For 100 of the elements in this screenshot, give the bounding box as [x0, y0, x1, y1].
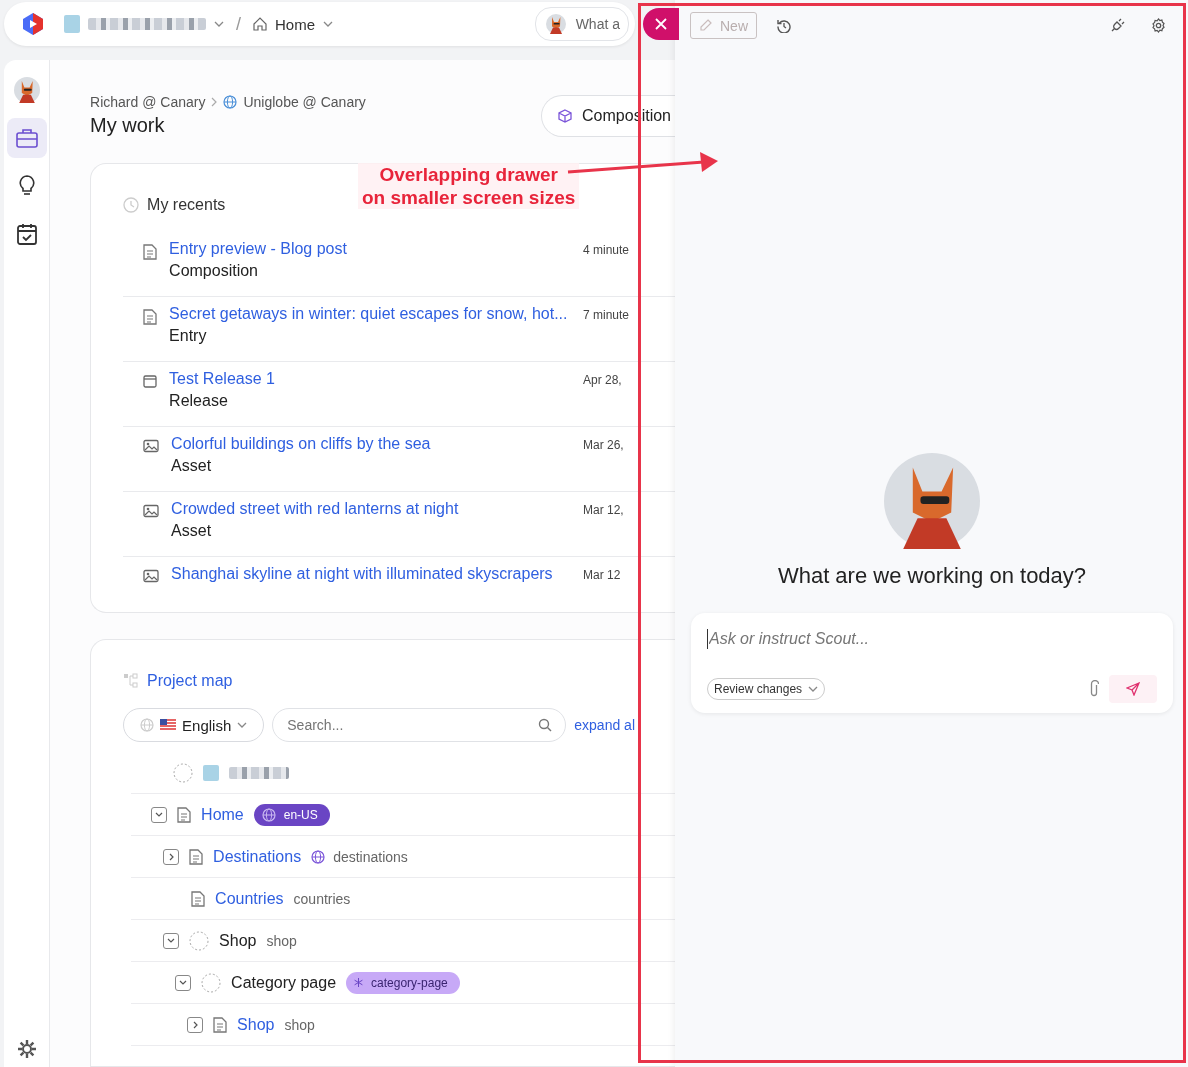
tag: en-US	[253, 803, 330, 826]
slug-text: shop	[266, 932, 297, 949]
breadcrumb-link[interactable]: Uniglobe @ Canary	[243, 94, 366, 110]
slug-text: shop	[284, 1016, 315, 1033]
drawer-heading: What are we working on today?	[777, 563, 1087, 589]
breadcrumb-link[interactable]: Richard @ Canary	[90, 94, 206, 110]
recent-item-link[interactable]: Shanghai skyline at night with illuminated skyscrapers	[171, 565, 571, 583]
dashed-circle-icon	[201, 972, 222, 993]
image-icon	[143, 569, 160, 583]
fox-avatar-icon	[13, 77, 40, 103]
globe-icon	[261, 807, 276, 822]
recent-item-type: Release	[169, 392, 229, 410]
recent-item-time: Apr 28,	[583, 373, 623, 389]
document-icon	[189, 848, 204, 865]
expand-toggle[interactable]	[151, 806, 168, 823]
chevron-right-icon	[168, 852, 174, 861]
recent-item-type: Asset	[171, 522, 213, 540]
recent-item-time: Mar 12	[583, 568, 622, 583]
folder-label[interactable]: Category page	[231, 973, 337, 992]
home-icon	[253, 17, 267, 31]
clock-icon	[123, 197, 140, 213]
expand-toggle[interactable]	[187, 1016, 204, 1033]
language-dropdown[interactable]: English	[123, 708, 265, 742]
document-icon	[177, 806, 192, 823]
chevron-down-icon	[155, 812, 164, 817]
slug-text: destinations	[333, 848, 408, 865]
slug-text: countries	[293, 890, 351, 907]
recent-item-link[interactable]: Test Release 1	[169, 370, 571, 388]
close-icon	[655, 18, 667, 30]
dashed-circle-icon	[189, 930, 210, 951]
annotation-callout: Overlapping drawer on smaller screen sizes	[358, 163, 580, 209]
image-icon	[143, 504, 160, 518]
page-link[interactable]: Countries	[215, 889, 284, 908]
page-link[interactable]: Shop	[237, 1015, 275, 1034]
assistant-placeholder: What a	[575, 16, 620, 32]
recent-item-type: Entry	[169, 327, 208, 345]
recent-item-link[interactable]: Colorful buildings on cliffs by the sea	[171, 435, 571, 453]
search-icon	[538, 718, 553, 732]
expand-all-link[interactable]: expand al	[574, 717, 635, 733]
document-icon	[191, 890, 206, 907]
chevron-down-icon	[808, 686, 819, 692]
paperclip-icon[interactable]	[1089, 680, 1099, 698]
recent-item-time: Mar 12,	[583, 503, 625, 519]
calendar-box-icon	[143, 374, 158, 388]
project-map-title[interactable]: Project map	[147, 672, 233, 690]
blurred-site-name[interactable]	[229, 766, 290, 779]
cube-icon	[558, 108, 573, 123]
page-link[interactable]: Home	[201, 805, 244, 824]
search-field[interactable]: Search...	[272, 708, 567, 742]
globe-icon	[223, 95, 238, 109]
folder-label[interactable]: Shop	[219, 931, 257, 950]
document-icon	[213, 1016, 228, 1033]
history-icon[interactable]	[777, 18, 791, 33]
expand-toggle[interactable]	[163, 932, 180, 949]
briefcase-icon	[15, 128, 38, 148]
close-button[interactable]	[643, 8, 679, 40]
recent-item-link[interactable]: Crowded street with red lanterns at night	[171, 500, 571, 518]
globe-icon	[311, 849, 326, 864]
chevron-down-icon	[167, 938, 176, 943]
plug-icon[interactable]	[1111, 18, 1125, 32]
globe-icon	[140, 718, 155, 732]
section-title: My recents	[147, 196, 226, 214]
expand-toggle[interactable]	[163, 848, 180, 865]
recent-item-type: Composition	[169, 262, 259, 280]
recent-item-time: 4 minute	[583, 243, 631, 259]
tree-icon	[123, 673, 140, 689]
chevron-down-icon	[323, 21, 334, 27]
review-mode-dropdown[interactable]: Review changes	[707, 678, 826, 700]
chevron-down-icon	[237, 722, 248, 728]
document-icon	[143, 244, 158, 260]
blurred-logo	[64, 15, 80, 33]
expand-toggle[interactable]	[175, 974, 192, 991]
asterisk-icon	[354, 978, 364, 987]
chevron-right-icon	[211, 97, 218, 107]
dashed-circle-icon	[173, 762, 194, 783]
lightbulb-icon	[18, 175, 35, 197]
flag-icon	[160, 719, 177, 731]
send-button[interactable]	[1109, 675, 1157, 703]
chevron-right-icon	[192, 1020, 198, 1029]
recent-item-link[interactable]: Secret getaways in winter: quiet escapes for snow, hot...	[169, 305, 571, 323]
breadcrumb-separator: /	[236, 13, 241, 35]
recent-item-time: Mar 26,	[583, 438, 625, 454]
chevron-down-icon	[179, 980, 188, 985]
assistant-field[interactable]: What a	[534, 7, 629, 41]
recent-item-link[interactable]: Entry preview - Blog post	[169, 240, 571, 258]
page-dropdown-label[interactable]: Home	[275, 15, 316, 33]
image-icon	[143, 439, 160, 453]
blurred-project-name[interactable]	[88, 18, 206, 30]
recent-item-time: 7 minute	[583, 308, 631, 324]
send-icon	[1126, 682, 1140, 696]
tag: category-page	[346, 971, 460, 994]
blurred-site-logo	[203, 764, 220, 781]
page-link[interactable]: Destinations	[213, 847, 302, 866]
pencil-icon	[699, 19, 712, 32]
chevron-down-icon	[214, 21, 224, 27]
logo-icon	[22, 12, 44, 36]
recent-item-type: Asset	[171, 457, 213, 475]
calendar-check-icon	[16, 223, 37, 245]
document-icon	[143, 309, 158, 325]
fox-avatar-icon	[545, 14, 566, 34]
